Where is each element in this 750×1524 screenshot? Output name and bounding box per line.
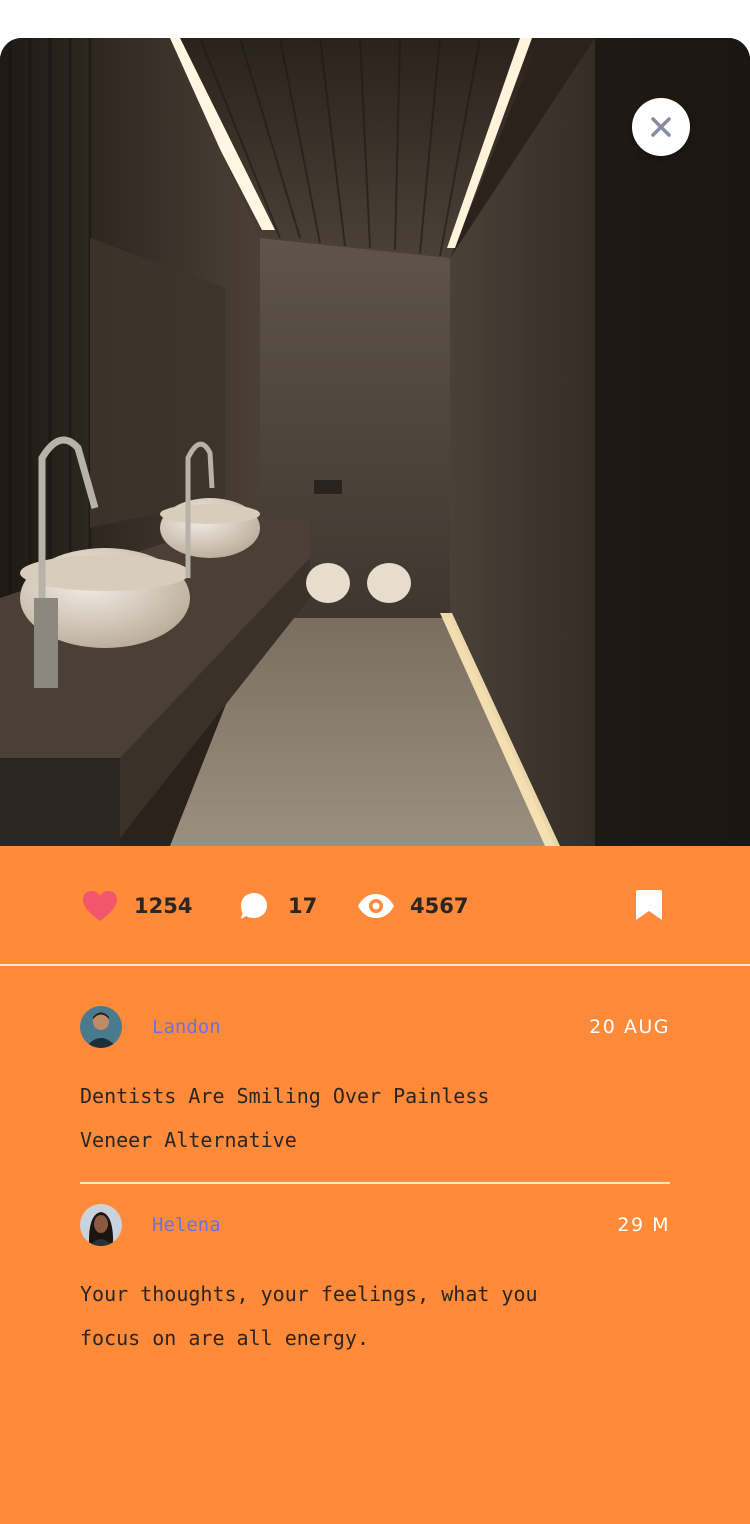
comment-text: Dentists Are Smiling Over Painless Venee…	[80, 1084, 490, 1152]
comment-author[interactable]: Landon	[152, 1016, 221, 1038]
avatar[interactable]	[80, 1006, 122, 1048]
comment-divider	[80, 1182, 670, 1184]
comments-count: 17	[288, 894, 318, 918]
comment-bubble-icon[interactable]	[234, 886, 274, 926]
post-detail-screen: 1254 17 4567 Landon 20 AUG Dentists Are …	[0, 0, 750, 1524]
comments-stat[interactable]: 17	[234, 886, 317, 926]
views-count: 4567	[410, 894, 469, 918]
comment-date: 29 M	[617, 1214, 670, 1236]
post-photo	[0, 38, 750, 846]
bookmark-icon	[636, 890, 662, 920]
stats-bar: 1254 17 4567	[0, 846, 750, 964]
comment-item: Helena 29 M Your thoughts, your feelings…	[80, 1204, 670, 1374]
stats-divider	[0, 964, 750, 966]
likes-count: 1254	[134, 894, 193, 918]
heart-icon[interactable]	[80, 886, 120, 926]
bookmark-button[interactable]	[634, 888, 664, 922]
comment-date: 20 AUG	[589, 1016, 670, 1038]
close-icon	[651, 117, 671, 137]
comment-author[interactable]: Helena	[152, 1214, 221, 1236]
avatar[interactable]	[80, 1204, 122, 1246]
comment-text: Your thoughts, your feelings, what you f…	[80, 1282, 538, 1350]
likes-stat[interactable]: 1254	[80, 886, 192, 926]
close-button[interactable]	[632, 98, 690, 156]
views-stat: 4567	[356, 886, 468, 926]
bathroom-photo	[0, 38, 750, 846]
eye-icon	[356, 886, 396, 926]
comment-item: Landon 20 AUG Dentists Are Smiling Over …	[80, 1006, 670, 1176]
post-details-panel: 1254 17 4567 Landon 20 AUG Dentists Are …	[0, 846, 750, 1524]
